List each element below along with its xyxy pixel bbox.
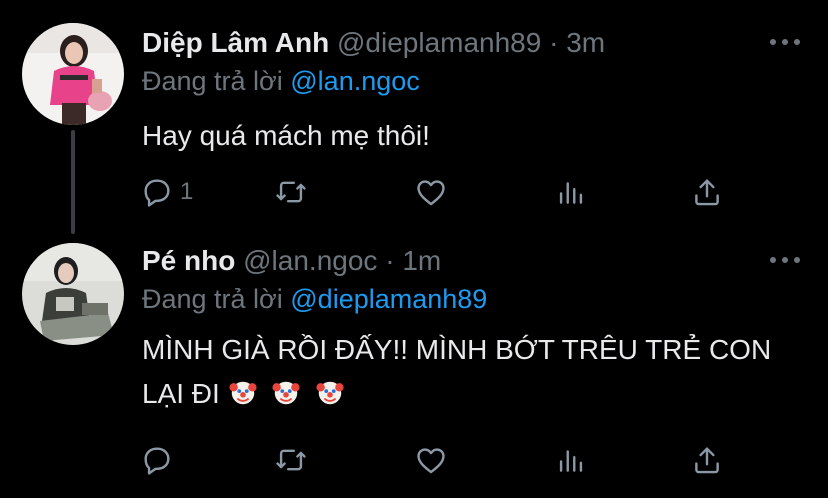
emoji-group: [228, 378, 352, 409]
analytics-button[interactable]: [554, 172, 588, 212]
analytics-icon: [559, 182, 583, 204]
timestamp[interactable]: 3m: [566, 27, 605, 58]
action-bar: [140, 440, 740, 480]
separator-dot: ·: [385, 245, 395, 276]
clown-face-icon: [229, 381, 257, 405]
more-options-icon[interactable]: [770, 248, 800, 272]
user-handle[interactable]: @lan.ngoc: [243, 245, 377, 276]
heart-icon: [417, 448, 445, 474]
share-button[interactable]: [690, 172, 724, 212]
replying-prefix: Đang trả lời: [142, 66, 291, 96]
share-icon: [695, 179, 719, 206]
action-bar: 1: [140, 172, 740, 212]
like-button[interactable]: [414, 440, 448, 480]
timestamp[interactable]: 1m: [402, 245, 441, 276]
retweet-icon: [276, 449, 306, 471]
reply-icon: [144, 179, 170, 207]
display-name[interactable]: Pé nho: [142, 245, 235, 276]
replying-to: Đang trả lời @lan.ngoc: [142, 64, 420, 98]
analytics-icon: [559, 450, 583, 472]
tweet-text-block: MÌNH GIÀ RỒI ĐẤY!! MÌNH BỚT TRÊU TRẺ CON…: [142, 328, 782, 416]
separator-dot: ·: [549, 27, 559, 58]
more-options-icon[interactable]: [770, 30, 800, 54]
tweet-header: Diệp Lâm Anh @dieplamanh89 · 3m: [142, 26, 605, 60]
share-icon: [695, 447, 719, 474]
retweet-button[interactable]: [274, 440, 308, 480]
heart-icon: [417, 180, 445, 206]
tweet-header: Pé nho @lan.ngoc · 1m: [142, 244, 441, 278]
avatar[interactable]: [22, 23, 124, 125]
reply-count: 1: [180, 178, 194, 205]
clown-face-icon: [272, 381, 300, 405]
like-button[interactable]: [414, 172, 448, 212]
analytics-button[interactable]: [554, 440, 588, 480]
reply-button[interactable]: 1: [140, 172, 193, 212]
replying-to: Đang trả lời @dieplamanh89: [142, 282, 487, 316]
reply-button[interactable]: [140, 440, 180, 480]
user-handle[interactable]: @dieplamanh89: [337, 27, 541, 58]
retweet-icon: [276, 181, 306, 203]
replying-prefix: Đang trả lời: [142, 284, 291, 314]
retweet-button[interactable]: [274, 172, 308, 212]
display-name[interactable]: Diệp Lâm Anh: [142, 27, 329, 58]
avatar[interactable]: [22, 243, 124, 345]
tweet-dieplamanh[interactable]: Diệp Lâm Anh @dieplamanh89 · 3m Đang trả…: [0, 0, 828, 230]
share-button[interactable]: [690, 440, 724, 480]
reply-icon: [144, 447, 170, 475]
tweet-text: Hay quá mách mẹ thôi!: [142, 120, 430, 151]
replying-to-mention[interactable]: @lan.ngoc: [290, 66, 420, 96]
clown-face-icon: [316, 381, 344, 405]
replying-to-mention[interactable]: @dieplamanh89: [290, 284, 487, 314]
tweet-pe-nho[interactable]: Pé nho @lan.ngoc · 1m Đang trả lời @diep…: [0, 238, 828, 498]
